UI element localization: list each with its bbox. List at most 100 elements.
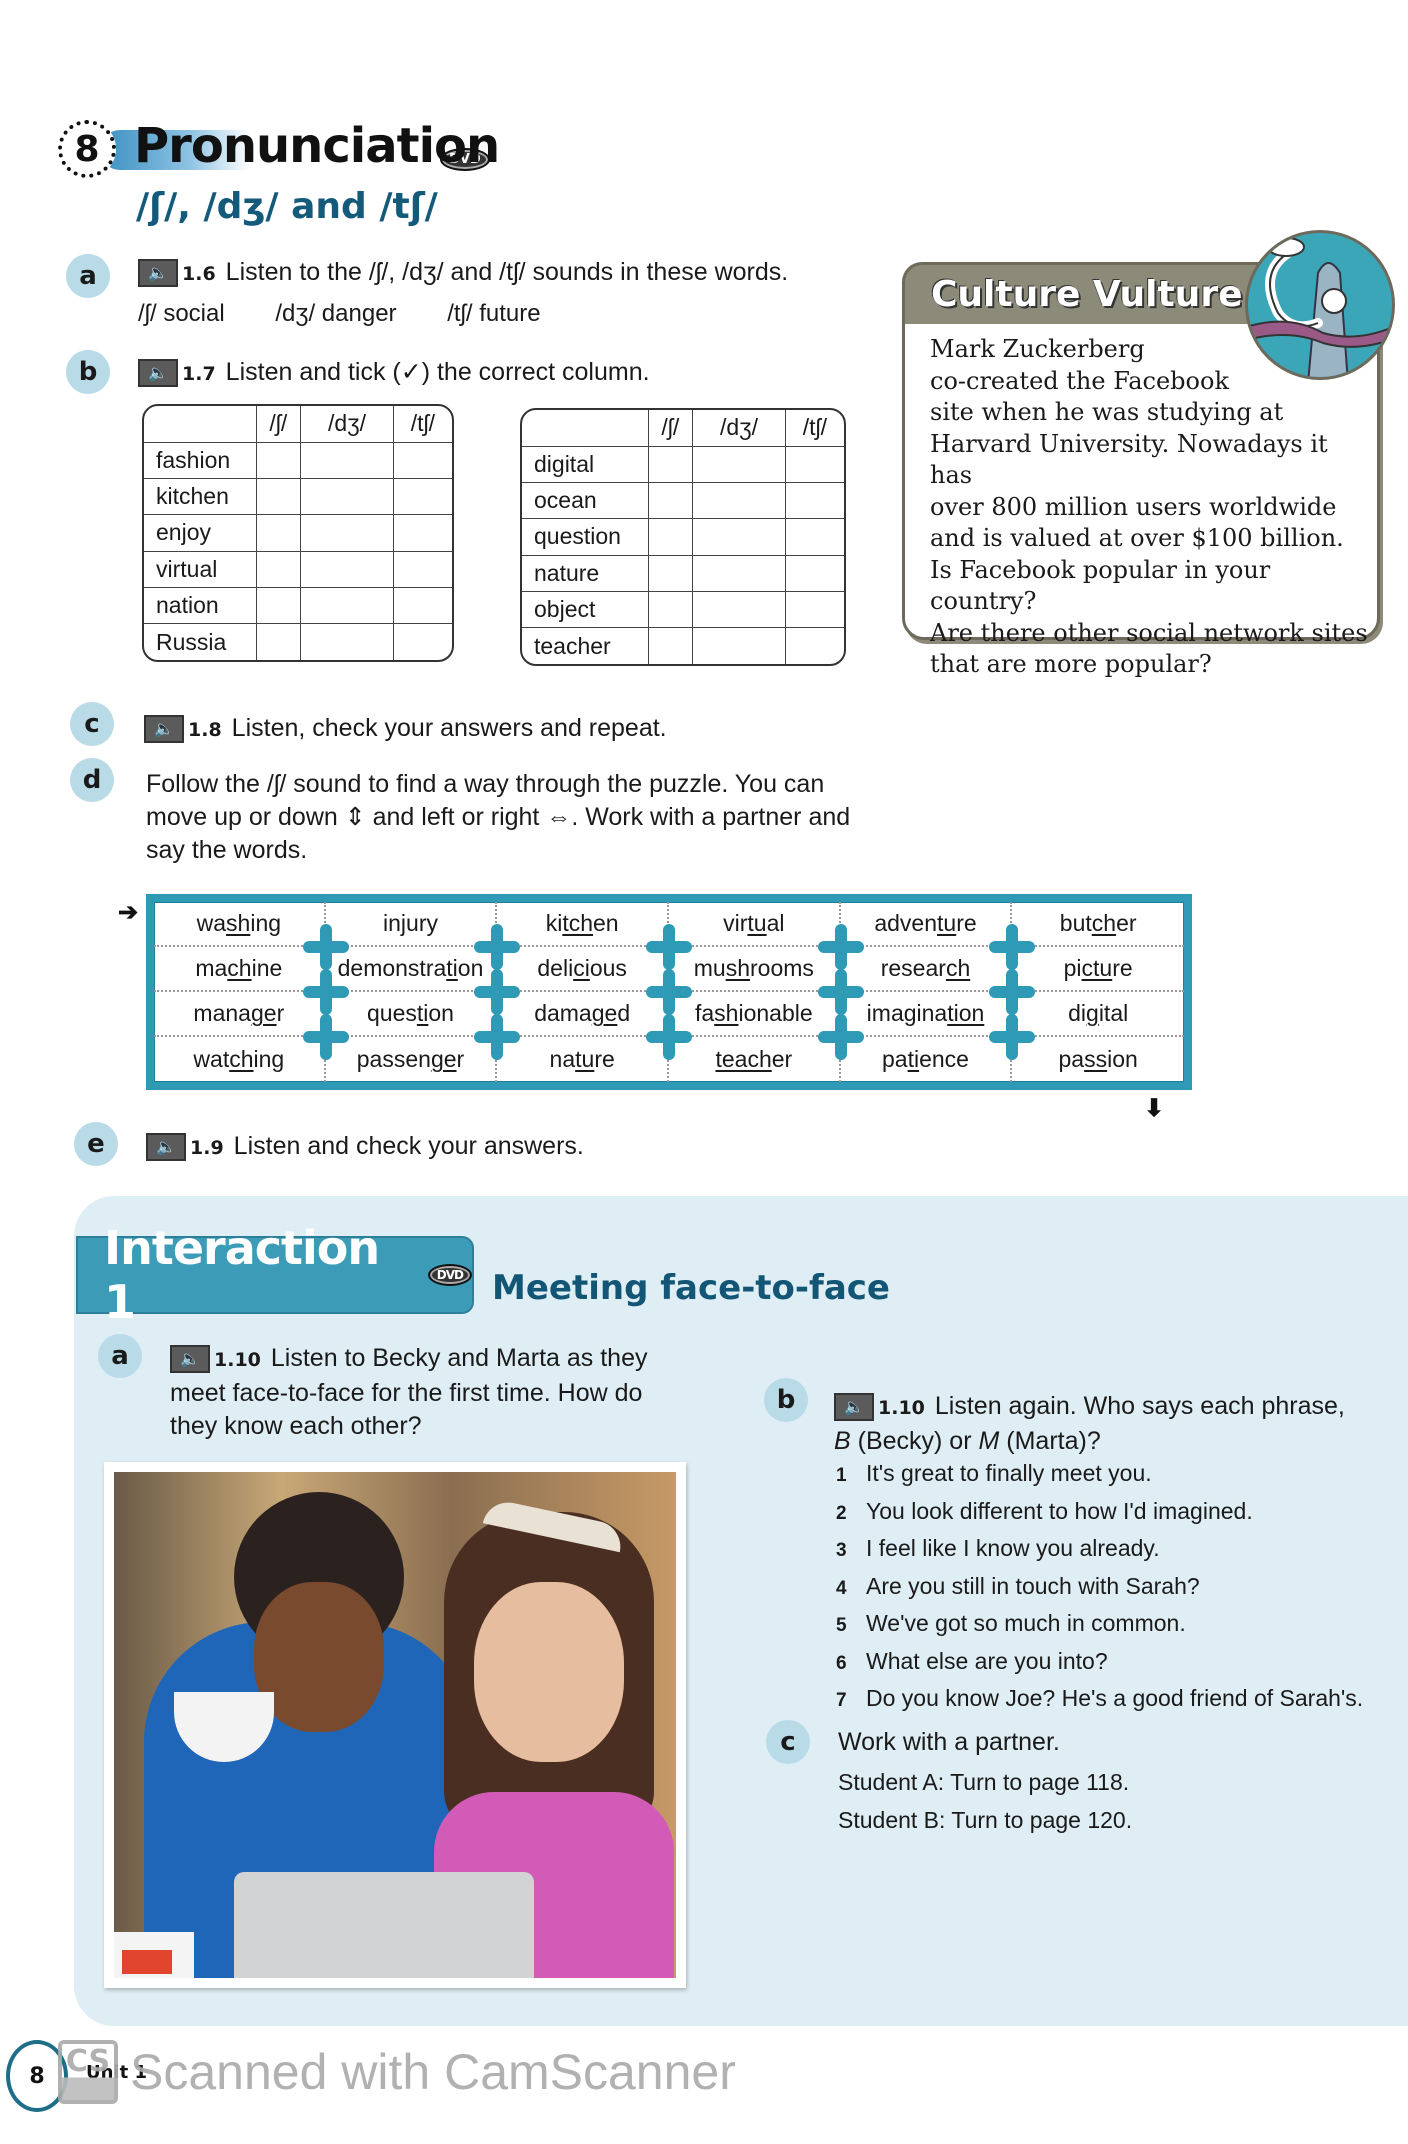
phrase-number: 7 [836,1690,847,1711]
instruction-line: say the words. [146,836,308,864]
photo-two-women-laptop [104,1462,686,1988]
puzzle-word-cell[interactable]: resear ch [840,947,1013,992]
puzzle-word-cell[interactable]: ki tch en [497,902,669,947]
underlined-sound: ti [907,1046,920,1072]
text-line: and is valued at over $100 billion. [930,524,1344,552]
photo-image [114,1472,676,1978]
instruction-line: meet face-to-face for the first time. Ho… [170,1379,643,1407]
underlined-sound: ge [430,1046,457,1072]
tick-cell[interactable] [784,482,844,520]
puzzle-word-cell[interactable]: imagina tion [840,992,1013,1037]
tick-cell[interactable] [692,482,786,520]
audio-speaker-icon[interactable]: 🔈 [138,359,178,388]
tick-cell[interactable] [300,586,394,625]
audio-speaker-icon[interactable]: 🔈 [146,1133,186,1162]
puzzle-word-cell[interactable]: fa sh ionable [669,992,841,1037]
phrase-list: 1 It's great to finally meet you. 2 You loo… [836,1456,1363,1719]
underlined-sound: ch [1091,910,1117,936]
tick-cell[interactable] [300,550,394,588]
tick-cell[interactable] [300,623,394,660]
section-number-badge: 8 [58,120,116,178]
tick-cell[interactable] [647,590,694,629]
tick-cell[interactable] [692,627,786,664]
puzzle-word-cell[interactable]: wat ch ing [154,1037,326,1082]
puzzle-word-cell[interactable]: dama ge d [497,992,669,1037]
puzzle-word-cell[interactable]: deli ci ous [497,947,669,992]
phrase-number: 6 [836,1652,847,1674]
exercise-a-instruction: 🔈 1.6 Listen to the /ʃ/, /dʒ/ and /tʃ/ sou… [138,256,788,291]
tick-cell[interactable] [392,586,452,625]
tick-cell[interactable] [300,478,394,516]
puzzle-word-cell[interactable]: ques ti on [325,992,498,1037]
tick-cell[interactable] [647,554,694,592]
tick-cell[interactable] [392,623,452,660]
tick-cell[interactable] [300,514,394,552]
tick-cell[interactable] [784,554,844,592]
puzzle-word-cell[interactable]: vir tu al [669,902,841,947]
interaction-a-instruction: 🔈 1.10 Listen to Becky and Marta as they m… [170,1342,690,1443]
tick-cell[interactable] [392,550,452,588]
tick-cell[interactable] [647,445,694,484]
tick-cell[interactable] [692,554,786,592]
tick-cell[interactable] [784,627,844,664]
tick-cell[interactable] [255,586,302,625]
track-number: 1.9 [190,1137,224,1159]
tick-cell[interactable] [692,518,786,556]
table-row: enjoy [144,514,452,552]
audio-speaker-icon[interactable]: 🔈 [144,715,184,744]
tick-cell[interactable] [392,441,452,480]
tick-cell[interactable] [647,482,694,520]
word-cell: nature [522,554,649,592]
tick-cell[interactable] [392,478,452,516]
tick-cell[interactable] [255,623,302,660]
puzzle-word-cell[interactable]: pi ctu re [1012,947,1184,992]
puzzle-word-cell[interactable]: adven tu re [840,902,1013,947]
puzzle-word-cell[interactable]: di g ital [1012,992,1184,1037]
word-cell: virtual [144,550,257,588]
puzzle-word-cell[interactable]: wa sh ing [154,902,326,947]
exercise-letter-b: b [66,350,110,394]
dvd-icon: DVD [427,1264,472,1286]
puzzle-word-cell[interactable]: pa ti ence [841,1037,1013,1082]
table-row: teacher [522,627,844,664]
track-number: 1.8 [188,719,222,741]
underlined-sound: g [1086,1000,1099,1026]
example-words: /ʃ/ social /dʒ/ danger /tʃ/ future [138,300,585,328]
puzzle-word-cell[interactable]: na tu re [497,1037,669,1082]
underlined-sound: ge [591,1000,618,1026]
tick-cell[interactable] [692,590,786,629]
tick-cell[interactable] [392,514,452,552]
instruction-text: Listen and tick (✓) the correct column. [225,358,650,386]
puzzle-word-cell[interactable]: pa ss ion [1012,1037,1184,1082]
phrase-item: 3 I feel like I know you already. [836,1531,1363,1569]
tick-cell[interactable] [647,627,694,664]
tick-cell[interactable] [255,441,302,480]
puzzle-word-cell[interactable]: demonstra ti on [325,947,498,992]
tick-cell[interactable] [255,514,302,552]
tick-cell[interactable] [300,441,394,480]
audio-speaker-icon[interactable]: 🔈 [834,1393,874,1422]
puzzle-word-cell[interactable]: in j ury [325,902,498,947]
tick-cell[interactable] [255,478,302,516]
tick-cell[interactable] [692,445,786,484]
puzzle-word-cell[interactable]: but ch er [1012,902,1184,947]
puzzle-word-cell[interactable]: ma ch ine [154,947,326,992]
exercise-letter-c: c [70,702,114,746]
tick-cell[interactable] [784,518,844,556]
tick-cell[interactable] [784,590,844,629]
audio-speaker-icon[interactable]: 🔈 [138,259,178,288]
puzzle-word-cell[interactable]: passen ge r [326,1037,498,1082]
puzzle-word-cell[interactable]: mu sh rooms [669,947,841,992]
underlined-sound: tion [947,1000,985,1026]
tick-cell[interactable] [255,550,302,588]
tick-cell[interactable] [784,445,844,484]
audio-speaker-icon[interactable]: 🔈 [170,1345,210,1374]
puzzle-word-cell[interactable]: teach er [669,1037,841,1082]
exercise-letter-a: a [66,254,110,298]
example-sh: /ʃ/ social [138,300,225,327]
phrase-item: 2 You look different to how I'd imagined. [836,1494,1363,1532]
table-row: digital [522,445,844,484]
tick-cell[interactable] [647,518,694,556]
word-cell: teacher [522,627,649,664]
puzzle-word-cell[interactable]: mana ge r [154,992,326,1037]
